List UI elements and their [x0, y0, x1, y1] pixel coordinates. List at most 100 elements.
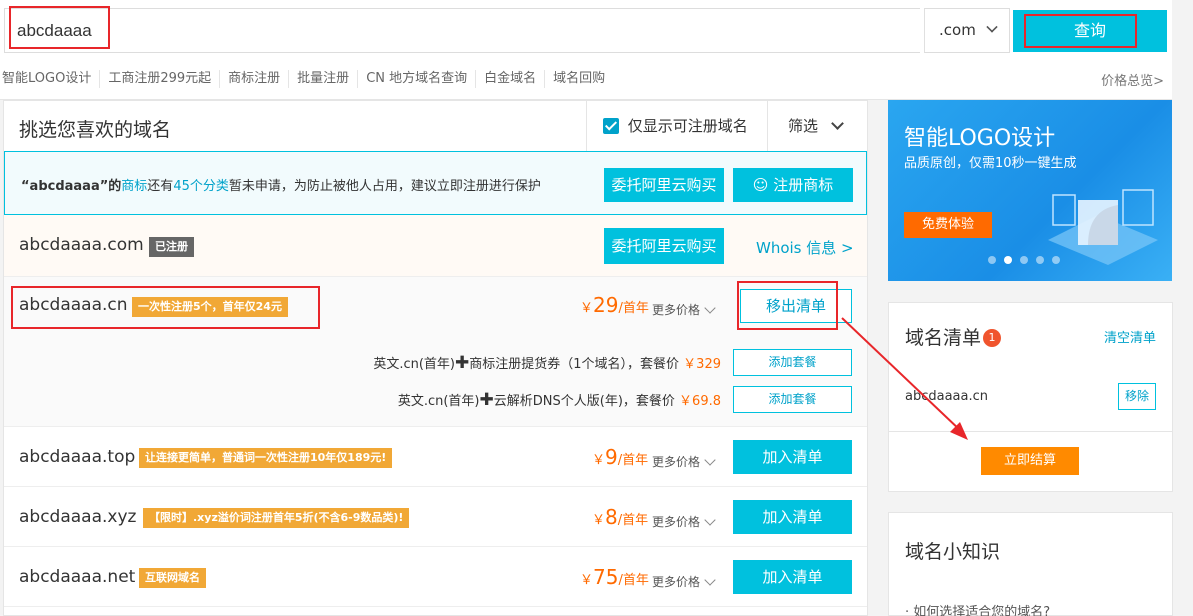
carousel-dots: [988, 256, 1060, 264]
quick-link[interactable]: 批量注册: [289, 70, 359, 88]
carousel-dot[interactable]: [1020, 256, 1028, 264]
price-overview-link[interactable]: 价格总览>: [1101, 70, 1164, 89]
more-prices[interactable]: 更多价格: [652, 453, 716, 470]
add-package-button[interactable]: 添加套餐: [733, 349, 852, 376]
promo-tag: 互联网域名: [139, 568, 206, 588]
register-trademark-button[interactable]: ☺ 注册商标: [733, 168, 853, 202]
list-title: 挑选您喜欢的域名: [19, 119, 172, 141]
quick-link[interactable]: 域名回购: [545, 70, 613, 88]
annotation-box: [1024, 14, 1137, 48]
trademark-tip: “abcdaaaa”的商标还有45个分类暂未申请，为防止被他人占用，建议立即注册…: [4, 151, 867, 215]
price: ￥29/首年: [580, 293, 649, 317]
add-to-list-button[interactable]: 加入清单: [733, 500, 852, 534]
free-trial-button[interactable]: 免费体验: [904, 212, 992, 238]
currency: ￥: [592, 453, 606, 468]
add-to-list-button[interactable]: 加入清单: [733, 560, 852, 594]
quick-link[interactable]: CN 地方域名查询: [358, 70, 477, 88]
chevron-down-icon: [704, 454, 716, 466]
register-trademark-label: 注册商标: [773, 176, 834, 194]
package-desc: 商标注册提货券（1个域名），套餐价: [469, 357, 680, 372]
more-prices-label: 更多价格: [652, 575, 701, 589]
promo-tag: 【限时】.xyz溢价词注册首年5折(不含6-9数品类)!: [143, 508, 410, 528]
plus-icon: ✚: [479, 390, 494, 410]
package-prefix: 英文.cn(首年): [373, 357, 455, 372]
price-value: 29: [593, 293, 619, 317]
more-prices-label: 更多价格: [652, 455, 701, 469]
more-prices[interactable]: 更多价格: [652, 573, 716, 590]
filter-dropdown[interactable]: 筛选: [788, 101, 844, 152]
entrust-buy-button[interactable]: 委托阿里云购买: [604, 228, 724, 264]
package-prefix: 英文.cn(首年): [397, 394, 480, 409]
add-to-list-button[interactable]: 加入清单: [733, 440, 852, 474]
status-badge: 已注册: [149, 237, 194, 257]
divider: [889, 431, 1172, 432]
more-prices-label: 更多价格: [652, 303, 701, 317]
cart-count-badge: 1: [983, 329, 1002, 347]
price-unit: /首年: [618, 301, 649, 316]
domain-name: abcdaaaa.top: [19, 447, 136, 467]
quick-link[interactable]: 智能LOGO设计: [2, 70, 101, 88]
search-area: .com 查询 智能LOGO设计 工商注册299元起 商标注册 批量注册 CN …: [0, 0, 1172, 100]
list-header: 挑选您喜欢的域名 仅显示可注册域名 筛选: [4, 101, 867, 153]
domain-row-net: abcdaaaa.net 互联网域名 ￥75/首年 更多价格 加入清单: [4, 547, 867, 607]
trademark-tip-text: “abcdaaaa”的商标还有45个分类暂未申请，为防止被他人占用，建议立即注册…: [21, 175, 541, 194]
whois-link[interactable]: Whois 信息 >: [756, 237, 854, 258]
price-unit: /首年: [617, 513, 649, 528]
checkbox-checked-icon[interactable]: [603, 118, 619, 134]
domain-tips: 域名小知识 · 如何选择适合您的域名?: [888, 512, 1173, 616]
cart-remove-button[interactable]: 移除: [1118, 383, 1156, 410]
banner-title: 智能LOGO设计: [904, 126, 1056, 151]
entrust-buy-button[interactable]: 委托阿里云购买: [604, 168, 724, 202]
carousel-dot[interactable]: [988, 256, 996, 264]
quick-link[interactable]: 白金域名: [476, 70, 546, 88]
add-package-button[interactable]: 添加套餐: [733, 386, 852, 413]
domain-row-com: abcdaaaa.com 已注册 委托阿里云购买 Whois 信息 >: [4, 215, 867, 277]
more-prices[interactable]: 更多价格: [652, 301, 716, 318]
only-available-label: 仅显示可注册域名: [627, 117, 748, 135]
price-value: 75: [593, 565, 619, 589]
quick-link[interactable]: 商标注册: [220, 70, 290, 88]
price: ￥75/首年: [580, 565, 649, 589]
carousel-dot[interactable]: [1052, 256, 1060, 264]
trademark-link[interactable]: 商标: [121, 179, 147, 194]
domain-name: abcdaaaa.com: [19, 235, 144, 255]
chevron-down-icon: [704, 574, 716, 586]
more-prices-label: 更多价格: [652, 515, 701, 529]
checkout-button[interactable]: 立即结算: [981, 447, 1079, 475]
chevron-down-icon: [704, 514, 716, 526]
carousel-dot[interactable]: [1036, 256, 1044, 264]
tips-link[interactable]: · 如何选择适合您的域名?: [905, 601, 1050, 616]
chevron-down-icon: [704, 302, 716, 314]
more-prices[interactable]: 更多价格: [652, 513, 716, 530]
categories-link[interactable]: 45个分类: [173, 179, 229, 194]
only-available-toggle[interactable]: 仅显示可注册域名: [586, 101, 768, 152]
search-input[interactable]: [4, 8, 920, 53]
annotation-box: [737, 281, 838, 330]
domain-row-top: abcdaaaa.top 让连接更简单，普通词一次性注册10年仅189元! ￥9…: [4, 427, 867, 487]
quick-links: 智能LOGO设计 工商注册299元起 商标注册 批量注册 CN 地方域名查询 白…: [2, 70, 613, 88]
domain-cart: 域名清单 1 清空清单 abcdaaaa.cn 移除 立即结算: [888, 302, 1173, 492]
cart-title-text: 域名清单: [905, 327, 982, 349]
tip-prefix: “abcdaaaa”的: [21, 179, 122, 194]
price-unit: /首年: [617, 453, 649, 468]
domain-name: abcdaaaa.net: [19, 567, 136, 587]
domain-list: 挑选您喜欢的域名 仅显示可注册域名 筛选 “abcdaaaa”的商标还有45个分…: [3, 100, 868, 616]
tip-mid: 还有: [147, 179, 174, 194]
logo-design-banner[interactable]: 智能LOGO设计 品质原创，仅需10秒一键生成 免费体验: [888, 100, 1172, 281]
quick-link[interactable]: 工商注册299元起: [100, 70, 221, 88]
annotation-box: [9, 6, 110, 49]
tld-select[interactable]: .com: [924, 8, 1010, 53]
ai-illustration-icon: [1048, 189, 1158, 265]
domain-name: abcdaaaa.xyz: [19, 507, 137, 527]
price-value: 8: [605, 505, 618, 529]
cart-item: abcdaaaa.cn: [905, 389, 989, 404]
promo-tag: 让连接更简单，普通词一次性注册10年仅189元!: [139, 448, 393, 468]
clear-cart-link[interactable]: 清空清单: [1104, 327, 1156, 346]
carousel-dot[interactable]: [1004, 256, 1012, 264]
banner-subtitle: 品质原创，仅需10秒一键生成: [904, 156, 1077, 171]
currency: ￥: [580, 573, 594, 588]
tip-suffix: 暂未申请，为防止被他人占用，建议立即注册进行保护: [228, 179, 541, 194]
price-value: 9: [605, 445, 618, 469]
cart-title: 域名清单 1: [905, 323, 1002, 350]
tld-select-value: .com: [939, 21, 976, 39]
